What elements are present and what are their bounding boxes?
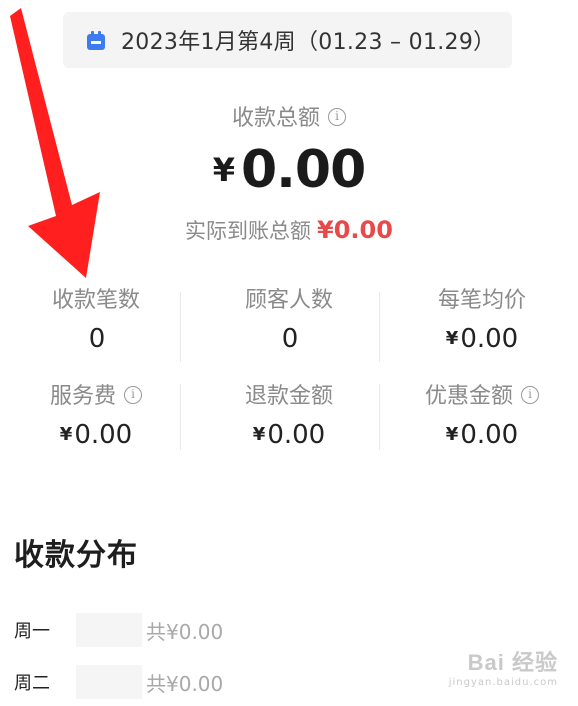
watermark-logo: Bai 经验 <box>467 650 558 675</box>
info-icon[interactable]: i <box>328 108 346 126</box>
stat-service-fee: 服务费 i ¥0.00 <box>0 380 192 450</box>
divider <box>379 384 380 450</box>
info-icon[interactable]: i <box>124 386 142 404</box>
stat-customer-count: 顾客人数 0 <box>193 284 385 354</box>
distribution-title: 收款分布 <box>14 538 138 573</box>
stat-value: ¥0.00 <box>252 420 326 450</box>
watermark-url: jingyan.baidu.com <box>448 677 558 688</box>
date-range-label: 2023年1月第4周（01.23 – 01.29） <box>121 30 496 55</box>
distribution-bar <box>76 613 142 647</box>
stat-label: 退款金额 <box>244 384 333 409</box>
stat-value: 0 <box>281 324 299 354</box>
distribution-bar <box>76 665 142 699</box>
divider <box>180 292 181 362</box>
day-label: 周二 <box>14 673 50 694</box>
stat-value: ¥0.00 <box>445 420 519 450</box>
stat-discount-amount: 优惠金额 i ¥0.00 <box>386 380 578 450</box>
annotation-arrow <box>10 8 100 278</box>
stat-transaction-count: 收款笔数 0 <box>0 284 192 354</box>
total-currency: ¥ <box>212 151 235 189</box>
stat-label: 优惠金额 i <box>386 380 578 414</box>
stat-label: 服务费 i <box>0 380 192 414</box>
actual-received-value: ¥0.00 <box>317 216 393 244</box>
stat-value: 0 <box>88 324 106 354</box>
stat-label: 每笔均价 <box>437 288 526 313</box>
stat-average-price: 每笔均价 ¥0.00 <box>386 284 578 354</box>
stat-label: 顾客人数 <box>244 288 333 313</box>
total-label: 收款总额 <box>231 106 320 131</box>
stat-value: ¥0.00 <box>445 324 519 354</box>
stat-refund-amount: 退款金额 ¥0.00 <box>193 380 385 450</box>
watermark: Bai 经验 jingyan.baidu.com <box>449 645 558 688</box>
day-label: 周一 <box>14 621 50 642</box>
divider <box>180 384 181 450</box>
distribution-row[interactable]: 周一 共¥0.00 <box>14 613 554 647</box>
total-amount-value: 0.00 <box>240 140 366 200</box>
day-total: 共¥0.00 <box>146 671 224 696</box>
day-total: 共¥0.00 <box>146 619 224 644</box>
actual-received-label: 实际到账总额 <box>185 219 312 243</box>
info-icon[interactable]: i <box>521 386 539 404</box>
divider <box>379 292 380 362</box>
date-range-selector[interactable]: 2023年1月第4周（01.23 – 01.29） <box>63 12 512 68</box>
stat-value: ¥0.00 <box>59 420 133 450</box>
